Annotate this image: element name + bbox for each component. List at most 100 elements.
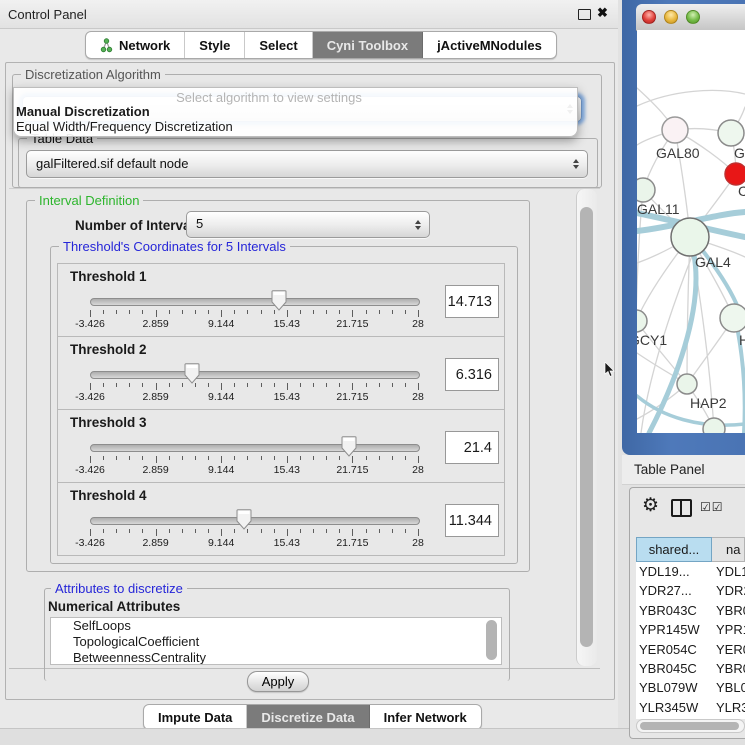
threshold-value-field[interactable]: 21.4 xyxy=(445,431,499,464)
threshold-panel: Threshold 2-3.4262.8599.14415.4321.71528… xyxy=(57,336,505,410)
zoom-traffic-light-icon[interactable] xyxy=(686,10,700,24)
tab-infer-network[interactable]: Infer Network xyxy=(370,705,481,729)
network-node[interactable] xyxy=(637,310,647,332)
table-body[interactable]: YDL19...YDL1YDR27...YDR2YBR043CYBR0YPR14… xyxy=(636,562,745,719)
table-row[interactable]: YBR045CYBR0 xyxy=(636,659,745,678)
minimize-traffic-light-icon[interactable] xyxy=(664,10,678,24)
threshold-value-field[interactable]: 11.344 xyxy=(445,504,499,537)
tick-mark xyxy=(182,529,183,533)
tick-mark xyxy=(234,383,235,387)
table-data-combobox[interactable]: galFiltered.sif default node xyxy=(26,150,588,178)
attribute-list-item[interactable]: SelfLoops xyxy=(51,618,501,634)
popup-option-equal-width-frequency[interactable]: Equal Width/Frequency Discretization xyxy=(16,119,572,134)
close-traffic-light-icon[interactable] xyxy=(642,10,656,24)
tick-mark xyxy=(300,383,301,387)
tick-label: 9.144 xyxy=(208,318,234,330)
tick-mark xyxy=(156,529,157,536)
vertical-scrollbar-thumb[interactable] xyxy=(580,207,593,647)
tick-mark xyxy=(195,456,196,460)
tick-mark xyxy=(287,456,288,463)
tick-mark xyxy=(90,529,91,536)
tick-mark xyxy=(103,383,104,387)
threshold-slider-track[interactable] xyxy=(90,517,420,525)
tick-label: 2.859 xyxy=(142,537,168,549)
network-node-label: H xyxy=(739,332,745,348)
column-header-name[interactable]: na xyxy=(712,537,745,562)
tab-cyni-toolbox-label: Cyni Toolbox xyxy=(327,38,408,53)
tab-style[interactable]: Style xyxy=(185,32,245,58)
network-node[interactable] xyxy=(718,120,744,146)
tick-mark xyxy=(116,383,117,387)
network-node[interactable] xyxy=(671,218,709,256)
tick-mark xyxy=(287,383,288,390)
numerical-attributes-list[interactable]: SelfLoopsTopologicalCoefficientBetweenne… xyxy=(50,617,502,665)
apply-button[interactable]: Apply xyxy=(247,671,309,692)
tick-mark xyxy=(156,310,157,317)
table-row[interactable]: YBL079WYBL0 xyxy=(636,678,745,697)
tick-label: 28 xyxy=(412,318,424,330)
network-node[interactable] xyxy=(725,163,745,185)
threshold-slider-thumb[interactable] xyxy=(270,290,288,311)
threshold-panel: Threshold 1-3.4262.8599.14415.4321.71528… xyxy=(57,263,505,337)
column-header-shared-name[interactable]: shared... xyxy=(636,537,712,562)
cell-shared-name: YDR27... xyxy=(636,581,712,600)
tick-mark xyxy=(392,383,393,387)
close-icon[interactable]: ✖ xyxy=(597,5,608,21)
tick-mark xyxy=(392,310,393,314)
threshold-slider-track[interactable] xyxy=(90,371,420,379)
cell-name: YBL0 xyxy=(712,678,745,697)
float-window-icon[interactable] xyxy=(578,9,591,20)
tab-cyni-toolbox[interactable]: Cyni Toolbox xyxy=(313,32,423,58)
horizontal-scrollbar-thumb[interactable] xyxy=(640,722,739,730)
columns-icon[interactable] xyxy=(671,499,692,517)
table-row[interactable]: YLR345WYLR3 xyxy=(636,698,745,717)
network-canvas[interactable]: GAL80GCGAL11GAL4GCY1HHAP2 xyxy=(637,30,745,433)
tick-mark xyxy=(247,310,248,314)
tick-mark xyxy=(90,383,91,390)
threshold-slider-track[interactable] xyxy=(90,444,420,452)
network-node[interactable] xyxy=(720,304,745,332)
threshold-slider-thumb[interactable] xyxy=(340,436,358,457)
cell-name: YER0 xyxy=(712,640,745,659)
tick-mark xyxy=(221,383,222,390)
network-node[interactable] xyxy=(637,178,655,202)
popup-option-manual-discretization[interactable]: Manual Discretization xyxy=(16,104,572,119)
network-node[interactable] xyxy=(677,374,697,394)
mouse-cursor-icon xyxy=(604,362,616,378)
tick-label: 2.859 xyxy=(142,318,168,330)
tick-mark xyxy=(352,310,353,317)
network-node-label: GAL80 xyxy=(656,145,700,161)
table-row[interactable]: YER054CYER0 xyxy=(636,640,745,659)
network-node[interactable] xyxy=(662,117,688,143)
attribute-list-item[interactable]: TopologicalCoefficient xyxy=(51,634,501,650)
threshold-slider-thumb[interactable] xyxy=(235,509,253,530)
network-node[interactable] xyxy=(703,418,725,433)
threshold-value-field[interactable]: 6.316 xyxy=(445,358,499,391)
number-of-intervals-combobox[interactable]: 5 xyxy=(186,211,430,238)
tab-select-label: Select xyxy=(259,38,297,53)
table-row[interactable]: YDL19...YDL1 xyxy=(636,562,745,581)
gear-icon[interactable]: ⚙ xyxy=(642,495,659,517)
tick-mark xyxy=(169,310,170,314)
table-row[interactable]: YPR145WYPR1 xyxy=(636,620,745,639)
tab-select[interactable]: Select xyxy=(245,32,312,58)
horizontal-scrollbar[interactable] xyxy=(636,719,745,733)
tab-jactivemnodules[interactable]: jActiveMNodules xyxy=(423,32,556,58)
threshold-slider-thumb[interactable] xyxy=(183,363,201,384)
panel-title: Control Panel xyxy=(8,7,87,22)
threshold-slider-track[interactable] xyxy=(90,298,420,306)
cell-name: YPR1 xyxy=(712,620,745,639)
tab-impute-data[interactable]: Impute Data xyxy=(144,705,247,729)
network-node-label: HAP2 xyxy=(690,395,727,411)
tab-discretize-data[interactable]: Discretize Data xyxy=(247,705,369,729)
vertical-scrollbar[interactable] xyxy=(576,189,597,666)
select-columns-checkboxes-icon[interactable]: ☑☑ xyxy=(700,500,724,514)
attribute-list-item[interactable]: BetweennessCentrality xyxy=(51,650,501,665)
attributes-list-scrollbar-thumb[interactable] xyxy=(486,620,497,660)
table-row[interactable]: YBR043CYBR0 xyxy=(636,601,745,620)
tab-network[interactable]: Network xyxy=(86,32,185,58)
tick-mark xyxy=(103,310,104,314)
tick-mark xyxy=(90,456,91,463)
threshold-value-field[interactable]: 14.713 xyxy=(445,285,499,318)
table-row[interactable]: YDR27...YDR2 xyxy=(636,581,745,600)
